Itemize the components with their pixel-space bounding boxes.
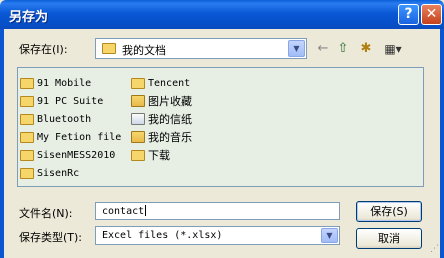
file-name: 图片收藏 bbox=[148, 95, 192, 108]
chevron-down-icon[interactable]: ▼ bbox=[288, 40, 305, 57]
file-name: 91 Mobile bbox=[37, 77, 92, 89]
filename-value: contact bbox=[102, 206, 145, 217]
close-button[interactable]: ✕ bbox=[421, 4, 442, 25]
window-frame-left bbox=[0, 29, 4, 258]
help-button[interactable]: ? bbox=[398, 4, 419, 25]
save-button[interactable]: 保存(S) bbox=[356, 201, 422, 222]
text-caret bbox=[145, 205, 147, 216]
new-folder-icon[interactable]: ✱ bbox=[358, 40, 374, 58]
filename-input[interactable]: contact bbox=[95, 202, 340, 220]
list-item[interactable]: 下载 bbox=[131, 146, 192, 164]
pictures-folder-icon bbox=[131, 95, 145, 107]
up-folder-icon[interactable]: ⇧ bbox=[335, 40, 351, 58]
folder-icon bbox=[20, 131, 34, 143]
file-list-column-1: 91 Mobile 91 PC Suite Bluetooth My Fetio… bbox=[20, 74, 121, 182]
cancel-button[interactable]: 取消 bbox=[356, 228, 422, 249]
list-item[interactable]: Tencent bbox=[131, 74, 192, 92]
file-name: Tencent bbox=[148, 77, 191, 89]
filetype-label: 保存类型(T): bbox=[19, 231, 83, 244]
list-item[interactable]: 我的音乐 bbox=[131, 128, 192, 146]
filetype-dropdown[interactable]: Excel files (*.xlsx) ▼ bbox=[95, 226, 340, 245]
list-item[interactable]: 91 PC Suite bbox=[20, 92, 121, 110]
save-in-label: 保存在(I): bbox=[19, 43, 68, 56]
list-item[interactable]: 图片收藏 bbox=[131, 92, 192, 110]
filetype-value: Excel files (*.xlsx) bbox=[102, 230, 223, 241]
window-frame-right bbox=[440, 29, 444, 258]
list-item[interactable]: SisenMESS2010 bbox=[20, 146, 121, 164]
letter-folder-icon bbox=[131, 113, 145, 125]
file-name: SisenMESS2010 bbox=[37, 149, 116, 161]
folder-icon bbox=[20, 149, 34, 161]
view-menu-icon[interactable]: ▦▾ bbox=[381, 40, 405, 58]
documents-folder-icon bbox=[102, 43, 116, 54]
list-item[interactable]: 我的信纸 bbox=[131, 110, 192, 128]
folder-icon bbox=[20, 113, 34, 125]
folder-icon bbox=[20, 95, 34, 107]
file-list-column-2: Tencent 图片收藏 我的信纸 我的音乐 下载 bbox=[131, 74, 192, 164]
file-name: 我的音乐 bbox=[148, 131, 192, 144]
save-in-dropdown[interactable]: 我的文档 ▼ bbox=[95, 38, 307, 59]
music-folder-icon bbox=[131, 131, 145, 143]
folder-icon bbox=[20, 167, 34, 179]
file-name: SisenRc bbox=[37, 167, 80, 179]
folder-icon bbox=[131, 149, 145, 161]
folder-icon bbox=[131, 77, 145, 89]
title-bar[interactable]: 另存为 ? ✕ bbox=[0, 0, 444, 29]
resize-grip-icon[interactable]: ⋰ bbox=[430, 244, 440, 254]
filename-label: 文件名(N): bbox=[19, 207, 73, 220]
list-item[interactable]: My Fetion file bbox=[20, 128, 121, 146]
file-name: 下载 bbox=[148, 149, 170, 162]
back-icon[interactable]: ← bbox=[315, 40, 331, 58]
save-in-value: 我的文档 bbox=[122, 44, 166, 57]
list-item[interactable]: 91 Mobile bbox=[20, 74, 121, 92]
chevron-down-icon[interactable]: ▼ bbox=[321, 228, 338, 243]
file-name: Bluetooth bbox=[37, 113, 92, 125]
file-name: My Fetion file bbox=[37, 131, 122, 143]
list-item[interactable]: Bluetooth bbox=[20, 110, 121, 128]
window-title: 另存为 bbox=[9, 10, 49, 25]
file-name: 我的信纸 bbox=[148, 113, 192, 126]
list-item[interactable]: SisenRc bbox=[20, 164, 121, 182]
file-list[interactable]: 91 Mobile 91 PC Suite Bluetooth My Fetio… bbox=[17, 67, 424, 187]
file-name: 91 PC Suite bbox=[37, 95, 104, 107]
folder-icon bbox=[20, 77, 34, 89]
